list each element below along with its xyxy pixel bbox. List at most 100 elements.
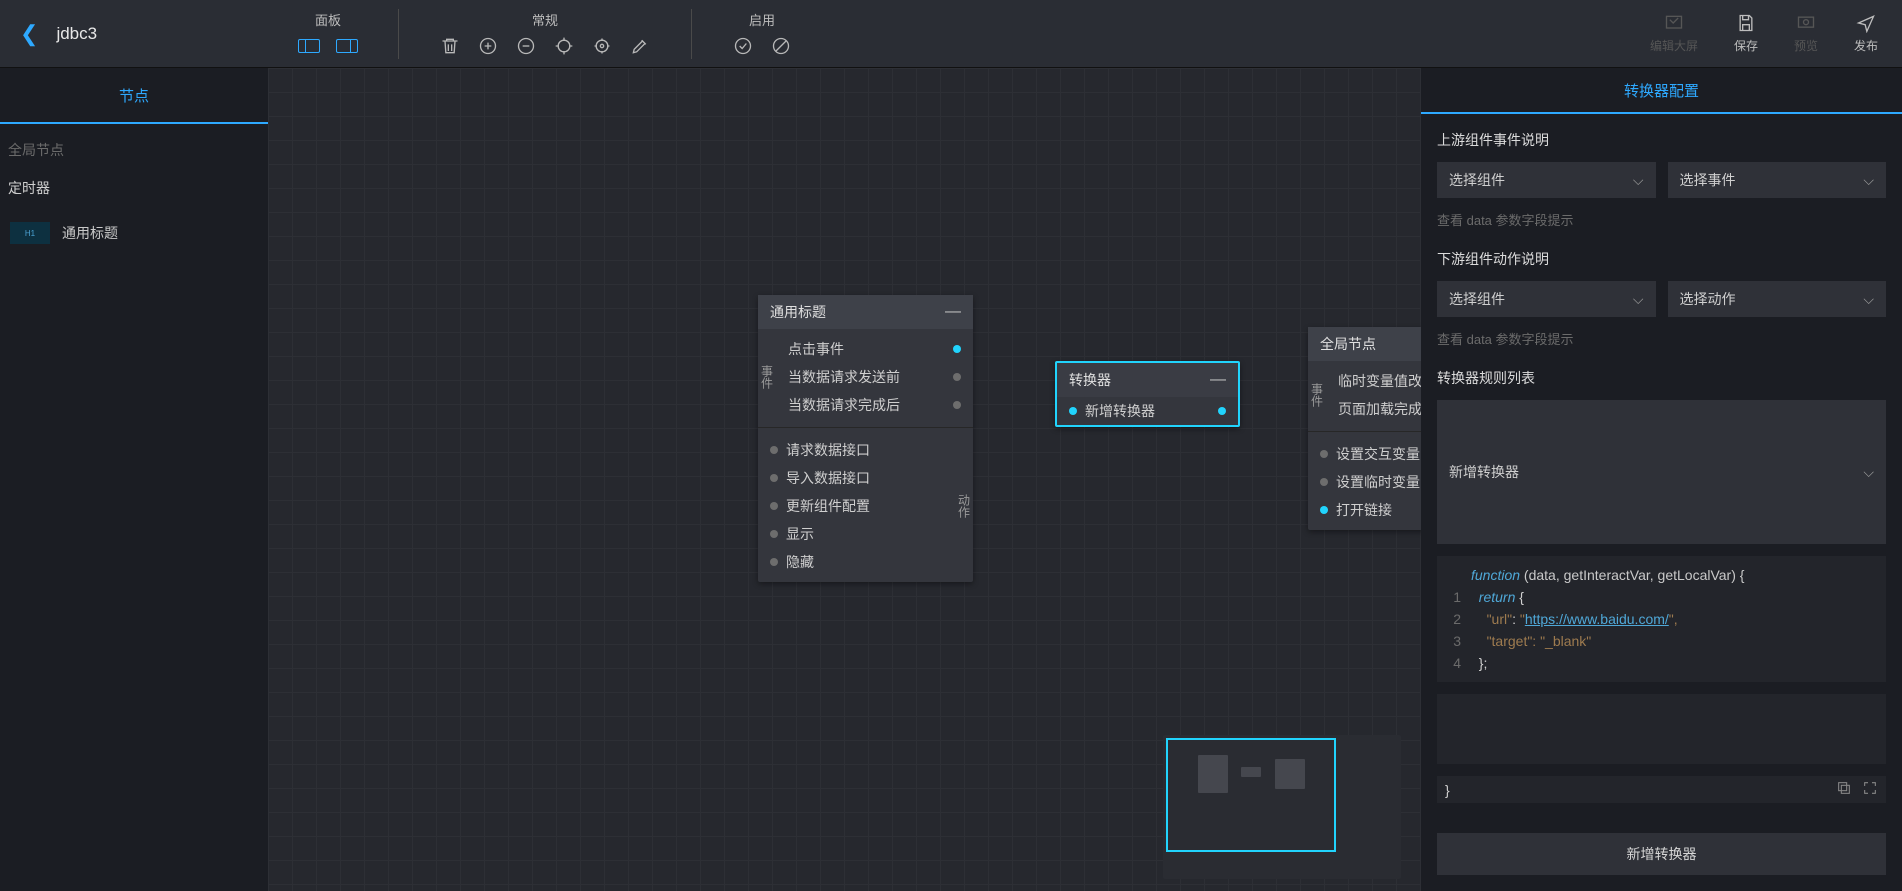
select-downstream-component[interactable]: 选择组件⌵ bbox=[1437, 281, 1656, 317]
event-after-request[interactable]: 当数据请求完成后 bbox=[776, 391, 973, 419]
locate-icon[interactable] bbox=[591, 35, 613, 57]
port-in-icon[interactable] bbox=[1069, 407, 1077, 415]
back-icon[interactable]: ❮ bbox=[20, 21, 38, 47]
port-out-icon[interactable] bbox=[953, 345, 961, 353]
node-global[interactable]: 全局节点 — 事件 临时变量值改变后 页面加载完成后 设置交互变量 设置临时变量… bbox=[1308, 327, 1421, 530]
minimize-icon[interactable]: — bbox=[945, 303, 961, 321]
port-in-icon[interactable] bbox=[1320, 506, 1328, 514]
plus-circle-icon[interactable] bbox=[477, 35, 499, 57]
preview-button[interactable]: 预览 bbox=[1794, 13, 1818, 54]
topbar-center: 面板 常规 启用 bbox=[268, 0, 1650, 67]
sidebar-section-global: 全局节点 bbox=[0, 124, 268, 168]
downstream-label: 下游组件动作说明 bbox=[1437, 249, 1886, 269]
action-set-interactvar[interactable]: 设置交互变量 bbox=[1308, 440, 1421, 468]
port-out-icon[interactable] bbox=[953, 373, 961, 381]
publish-button[interactable]: 发布 bbox=[1854, 13, 1878, 54]
panel-tab-transformer-config[interactable]: 转换器配置 bbox=[1421, 68, 1902, 114]
node-header[interactable]: 转换器 — bbox=[1057, 363, 1238, 397]
copy-icon[interactable] bbox=[1836, 780, 1852, 799]
rule-list-label: 转换器规则列表 bbox=[1437, 368, 1886, 388]
node-transformer[interactable]: 转换器 — 新增转换器 bbox=[1055, 361, 1240, 427]
group-general-label: 常规 bbox=[532, 10, 558, 29]
trash-icon[interactable] bbox=[439, 35, 461, 57]
minimap-node-icon bbox=[1241, 767, 1261, 777]
toggle-left-panel-icon[interactable] bbox=[298, 35, 320, 57]
action-open-link[interactable]: 打开链接 bbox=[1308, 496, 1421, 524]
sidebar-node-general-title[interactable]: H1 通用标题 bbox=[0, 214, 268, 252]
save-button[interactable]: 保存 bbox=[1734, 13, 1758, 54]
chevron-down-icon: ⌵ bbox=[1633, 172, 1644, 189]
port-in-icon[interactable] bbox=[770, 502, 778, 510]
minus-circle-icon[interactable] bbox=[515, 35, 537, 57]
divider bbox=[691, 9, 692, 59]
port-out-icon[interactable] bbox=[1218, 407, 1226, 415]
right-panel: 转换器配置 上游组件事件说明 选择组件⌵ 选择事件⌵ 查看 data 参数字段提… bbox=[1421, 68, 1902, 891]
chevron-down-icon: ⌵ bbox=[1863, 464, 1874, 481]
edit-screen-button[interactable]: 编辑大屏 bbox=[1650, 13, 1698, 54]
divider bbox=[398, 9, 399, 59]
port-in-icon[interactable] bbox=[1320, 450, 1328, 458]
port-out-icon[interactable] bbox=[953, 401, 961, 409]
page-title: jdbc3 bbox=[56, 24, 97, 44]
topbar: ❮ jdbc3 面板 常规 启用 bbox=[0, 0, 1902, 68]
chevron-down-icon: ⌵ bbox=[1863, 172, 1874, 189]
check-circle-icon[interactable] bbox=[732, 35, 754, 57]
fullscreen-icon[interactable] bbox=[1862, 780, 1878, 799]
action-request-data[interactable]: 请求数据接口 bbox=[758, 436, 955, 464]
transformer-row[interactable]: 新增转换器 bbox=[1057, 397, 1238, 425]
actions-label: 动作 bbox=[955, 436, 973, 576]
event-tempvar-changed[interactable]: 临时变量值改变后 bbox=[1326, 367, 1421, 395]
event-click[interactable]: 点击事件 bbox=[776, 335, 973, 363]
select-transformer-rule[interactable]: 新增转换器⌵ bbox=[1437, 400, 1886, 544]
ban-circle-icon[interactable] bbox=[770, 35, 792, 57]
minimap-viewport[interactable] bbox=[1166, 738, 1336, 852]
group-general: 常规 bbox=[409, 2, 681, 65]
node-header[interactable]: 全局节点 — bbox=[1308, 327, 1421, 361]
sidebar-tab-nodes[interactable]: 节点 bbox=[0, 68, 268, 124]
node-title: 转换器 bbox=[1069, 370, 1111, 390]
node-title: 全局节点 bbox=[1320, 334, 1376, 354]
sidebar: 节点 全局节点 定时器 H1 通用标题 bbox=[0, 68, 268, 891]
data-hint[interactable]: 查看 data 参数字段提示 bbox=[1437, 329, 1886, 348]
port-in-icon[interactable] bbox=[770, 474, 778, 482]
node-header[interactable]: 通用标题 — bbox=[758, 295, 973, 329]
chevron-down-icon: ⌵ bbox=[1633, 291, 1644, 308]
upstream-label: 上游组件事件说明 bbox=[1437, 130, 1886, 150]
data-hint[interactable]: 查看 data 参数字段提示 bbox=[1437, 210, 1886, 229]
minimap[interactable] bbox=[1163, 735, 1401, 879]
port-in-icon[interactable] bbox=[770, 530, 778, 538]
port-in-icon[interactable] bbox=[1320, 478, 1328, 486]
select-upstream-event[interactable]: 选择事件⌵ bbox=[1668, 162, 1887, 198]
code-footer: } bbox=[1437, 776, 1886, 803]
minimize-icon[interactable]: — bbox=[1210, 371, 1226, 389]
port-in-icon[interactable] bbox=[770, 558, 778, 566]
sidebar-section-timer: 定时器 bbox=[0, 168, 268, 208]
sidebar-node-label: 通用标题 bbox=[62, 223, 118, 243]
topbar-right: 编辑大屏 保存 预览 发布 bbox=[1650, 0, 1902, 67]
canvas[interactable]: 通用标题 — 事件 点击事件 当数据请求发送前 当数据请求完成后 请求数据接口 … bbox=[268, 68, 1421, 891]
event-page-loaded[interactable]: 页面加载完成后 bbox=[1326, 395, 1421, 423]
code-editor[interactable]: function (data, getInteractVar, getLocal… bbox=[1437, 556, 1886, 682]
node-title: 通用标题 bbox=[770, 302, 826, 322]
event-before-request[interactable]: 当数据请求发送前 bbox=[776, 363, 973, 391]
select-downstream-action[interactable]: 选择动作⌵ bbox=[1668, 281, 1887, 317]
target-icon[interactable] bbox=[553, 35, 575, 57]
minimap-node-icon bbox=[1198, 755, 1228, 793]
action-update-config[interactable]: 更新组件配置 bbox=[758, 492, 955, 520]
action-import-data[interactable]: 导入数据接口 bbox=[758, 464, 955, 492]
chevron-down-icon: ⌵ bbox=[1863, 291, 1874, 308]
group-enable-label: 启用 bbox=[749, 10, 775, 29]
node-general-title[interactable]: 通用标题 — 事件 点击事件 当数据请求发送前 当数据请求完成后 请求数据接口 … bbox=[758, 295, 973, 582]
brush-icon[interactable] bbox=[629, 35, 651, 57]
select-upstream-component[interactable]: 选择组件⌵ bbox=[1437, 162, 1656, 198]
edges bbox=[268, 68, 568, 218]
toggle-right-panel-icon[interactable] bbox=[336, 35, 358, 57]
action-show[interactable]: 显示 bbox=[758, 520, 955, 548]
action-hide[interactable]: 隐藏 bbox=[758, 548, 955, 576]
add-transformer-button[interactable]: 新增转换器 bbox=[1437, 833, 1886, 875]
minimap-node-icon bbox=[1275, 759, 1305, 789]
action-set-tempvar[interactable]: 设置临时变量 bbox=[1308, 468, 1421, 496]
code-editor-pad bbox=[1437, 694, 1886, 764]
events-label: 事件 bbox=[1308, 367, 1326, 423]
port-in-icon[interactable] bbox=[770, 446, 778, 454]
